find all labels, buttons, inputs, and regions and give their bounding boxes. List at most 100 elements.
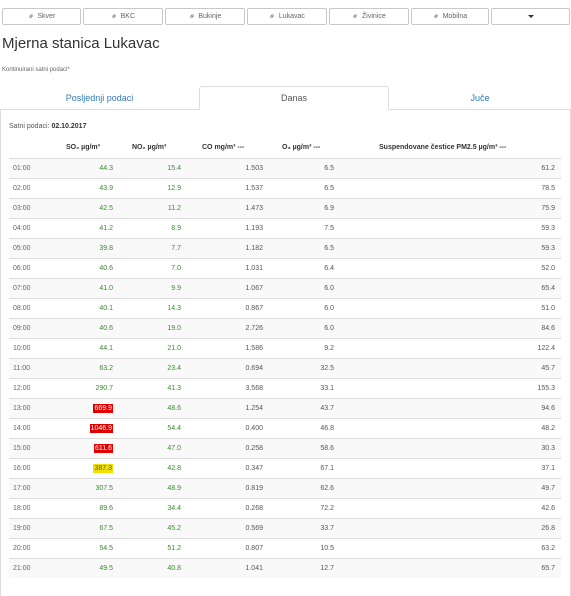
location-label: Skver [37,13,56,20]
location-label: Bukinje [198,13,222,20]
location-button-bukinje[interactable]: ⚭ Bukinje [165,8,245,25]
data-table-body: 01:00 44.3 15.4 1.503 6.5 61.2 02:00 43.9 12.9 1.… [9,158,561,578]
cell-o3: 6.5 [324,165,334,172]
cell-pm: 65.7 [541,565,555,572]
cell-co: 1.473 [245,205,263,212]
cell-co: 0.347 [245,465,263,472]
cell-co: 1.031 [245,265,263,272]
cell-pm: 78.5 [541,185,555,192]
cell-co: 0.268 [245,505,263,512]
cell-so2: 1046.9 [89,424,113,433]
cell-no2: 41.3 [167,385,181,392]
cell-time: 20:00 [13,545,31,552]
cell-o3: 6.0 [324,305,334,312]
cell-o3: 9.2 [324,345,334,352]
cell-o3: 32.5 [320,365,334,372]
table-row: 09:00 40.6 19.0 2.726 6.0 84.6 [9,318,561,338]
date-value: 02.10.2017 [51,123,87,130]
cell-pm: 75.9 [541,205,555,212]
cell-no2: 9.9 [171,285,181,292]
cell-time: 18:00 [13,505,31,512]
cell-so2: 44.1 [99,345,113,352]
location-button-mobilna[interactable]: ⚭ Mobilna [411,8,489,25]
tab-juce[interactable]: Juče [389,86,571,109]
cell-so2: 63.2 [99,365,113,372]
cell-co: 3.568 [245,385,263,392]
page-subtitle: Kontinuirani satni podaci* [2,67,70,73]
cell-o3: 7.5 [324,225,334,232]
table-row: 05:00 39.8 7.7 1.182 6.5 59.3 [9,238,561,258]
location-button-zivinice[interactable]: ⚭ Živinice [329,8,409,25]
location-label: Živinice [361,13,386,20]
location-button-bkc[interactable]: ⚭ BKC [83,8,163,25]
location-button-lukavac[interactable]: ⚭ Lukavac [247,8,327,25]
cell-so2: 41.2 [99,225,113,232]
caret-down-icon [527,15,534,18]
cell-so2: 611.6 [94,444,113,453]
cell-o3: 6.5 [324,185,334,192]
cell-pm: 52.0 [541,265,555,272]
cell-no2: 48.9 [167,485,181,492]
cell-pm: 49.7 [541,485,555,492]
cell-co: 0.807 [245,545,263,552]
link-icon: ⚭ [430,10,442,23]
table-row: 02:00 43.9 12.9 1.537 6.5 78.5 [9,178,561,198]
cell-no2: 11.2 [167,205,181,212]
table-row: 14:00 1046.9 54.4 0.400 46.8 48.2 [9,418,561,438]
table-row: 06:00 40.6 7.0 1.031 6.4 52.0 [9,258,561,278]
tab-bar: Posljednji podaci Danas Juče [0,86,571,110]
cell-so2: 44.3 [99,165,113,172]
cell-time: 21:00 [13,565,31,572]
table-row: 18:00 89.6 34.4 0.268 72.2 42.6 [9,498,561,518]
cell-pm: 45.7 [541,365,555,372]
more-locations-dropdown[interactable] [491,8,570,25]
cell-no2: 47.0 [167,445,181,452]
date-line: Satni podaci: 02.10.2017 [9,123,86,130]
cell-o3: 67.1 [320,465,334,472]
cell-no2: 14.3 [167,305,181,312]
cell-co: 1.193 [245,225,263,232]
cell-co: 0.569 [245,525,263,532]
cell-co: 0.694 [245,365,263,372]
cell-o3: 33.1 [320,385,334,392]
cell-pm: 61.2 [541,165,555,172]
cell-time: 03:00 [13,205,31,212]
cell-o3: 6.5 [324,245,334,252]
cell-co: 2.726 [245,325,263,332]
cell-so2: 41.0 [99,285,113,292]
cell-o3: 6.0 [324,325,334,332]
cell-o3: 6.4 [324,265,334,272]
cell-time: 01:00 [13,165,31,172]
cell-so2: 387.3 [93,464,113,473]
cell-o3: 10.5 [320,545,334,552]
cell-no2: 54.4 [167,425,181,432]
cell-time: 15:00 [13,445,31,452]
cell-co: 0.819 [245,485,263,492]
cell-so2: 669.9 [93,404,113,413]
tab-posljednji-podaci[interactable]: Posljednji podaci [0,86,199,109]
table-row: 08:00 40.1 14.3 0.867 6.0 51.0 [9,298,561,318]
table-row: 21:00 49.5 40.8 1.041 12.7 65.7 [9,558,561,578]
cell-so2: 42.5 [99,205,113,212]
cell-o3: 62.6 [320,485,334,492]
cell-time: 05:00 [13,245,31,252]
cell-no2: 23.4 [167,365,181,372]
cell-pm: 122.4 [537,345,555,352]
location-label: Mobilna [442,13,468,20]
header-o3: O₃ µg/m³ --- [282,144,321,151]
table-row: 17:00 307.5 48.9 0.819 62.6 49.7 [9,478,561,498]
cell-o3: 6.9 [324,205,334,212]
cell-o3: 6.0 [324,285,334,292]
cell-time: 19:00 [13,525,31,532]
cell-pm: 37.1 [541,465,555,472]
cell-o3: 33.7 [320,525,334,532]
cell-no2: 8.9 [171,225,181,232]
cell-co: 1.254 [245,405,263,412]
cell-o3: 58.6 [320,445,334,452]
cell-so2: 40.6 [99,265,113,272]
cell-co: 0.258 [245,445,263,452]
cell-time: 11:00 [13,365,30,372]
tab-danas[interactable]: Danas [199,86,389,110]
location-button-skver[interactable]: ⚭ Skver [2,8,81,25]
link-icon: ⚭ [25,10,37,23]
